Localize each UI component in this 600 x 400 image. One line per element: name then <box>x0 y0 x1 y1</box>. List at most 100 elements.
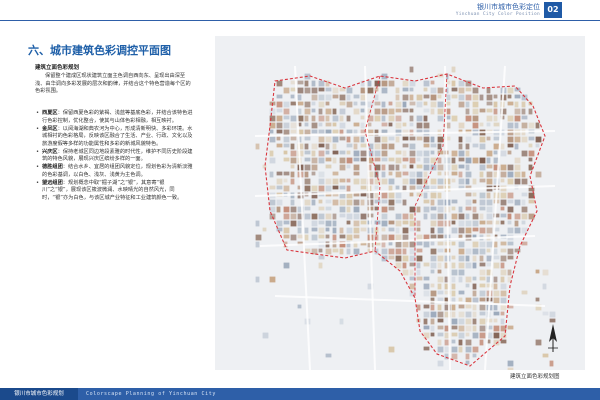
building-block <box>458 143 463 150</box>
building-block <box>458 318 465 325</box>
building-block <box>479 220 486 225</box>
building-block <box>493 339 500 346</box>
building-block <box>416 171 423 178</box>
building-block <box>395 255 402 262</box>
building-block <box>472 199 477 204</box>
building-block <box>500 262 505 269</box>
building-block <box>304 108 311 115</box>
building-block <box>493 136 500 141</box>
building-block <box>472 122 479 129</box>
building-block <box>283 206 290 213</box>
building-block <box>423 318 428 325</box>
building-block <box>360 108 365 113</box>
building-block <box>528 157 533 162</box>
building-block <box>318 108 323 115</box>
building-block <box>269 136 276 143</box>
building-block <box>437 206 444 213</box>
building-block <box>332 129 339 134</box>
building-block <box>535 297 540 302</box>
building-block <box>500 311 505 316</box>
building-block <box>346 178 351 183</box>
building-block <box>395 248 402 255</box>
building-block <box>437 227 444 234</box>
building-block <box>297 220 302 227</box>
building-block <box>465 255 470 262</box>
footer-label: 银川市城市色彩规划 <box>0 388 78 400</box>
building-block <box>353 164 360 171</box>
building-block <box>360 178 367 185</box>
building-block <box>290 143 295 150</box>
building-block <box>528 122 535 129</box>
building-block <box>290 178 295 185</box>
building-block <box>395 241 402 248</box>
building-block <box>486 213 493 220</box>
building-block <box>409 66 414 73</box>
building-block <box>458 101 465 108</box>
building-block <box>388 122 393 127</box>
building-block <box>346 87 353 94</box>
building-block <box>416 122 423 129</box>
building-block <box>451 318 458 325</box>
building-block <box>416 276 423 281</box>
building-block <box>255 234 262 241</box>
district-term: 金凤区 <box>42 125 58 132</box>
district-item-xingqing: 兴庆区：保持老城区同边地段素雅的时代性，维护不同历史阶段建筑的特色风貌，展现兴庆… <box>35 149 193 164</box>
building-block <box>430 220 437 227</box>
building-block <box>290 199 295 206</box>
building-block <box>521 115 528 120</box>
building-block <box>269 185 276 190</box>
building-block <box>423 206 430 213</box>
building-block <box>430 164 437 171</box>
building-block <box>311 150 316 157</box>
building-block <box>472 101 479 108</box>
building-block <box>521 220 526 225</box>
building-block <box>423 325 430 330</box>
building-block <box>318 171 325 178</box>
building-block <box>423 213 428 220</box>
building-block <box>325 101 330 106</box>
building-block <box>479 248 486 255</box>
building-block <box>402 220 409 225</box>
building-block <box>381 87 388 94</box>
building-block <box>430 178 437 185</box>
building-block <box>395 122 402 129</box>
building-block <box>395 192 402 199</box>
building-block <box>535 171 542 178</box>
building-block <box>493 115 498 122</box>
building-block <box>437 115 444 122</box>
building-block <box>409 171 416 178</box>
building-block <box>339 122 346 129</box>
building-block <box>353 108 360 115</box>
building-block <box>479 290 486 297</box>
building-block <box>339 101 346 106</box>
building-block <box>437 192 442 199</box>
building-block <box>311 164 318 171</box>
building-block <box>451 171 458 176</box>
building-block <box>395 213 402 220</box>
building-block <box>486 220 493 225</box>
building-block <box>430 101 437 108</box>
building-block <box>507 171 514 178</box>
building-block <box>332 199 339 206</box>
building-block <box>465 157 472 164</box>
building-block <box>304 213 311 220</box>
building-block <box>346 143 353 148</box>
building-block <box>353 206 360 213</box>
building-block <box>500 213 507 218</box>
building-block <box>416 178 423 185</box>
building-block <box>458 220 465 227</box>
building-block <box>430 199 435 206</box>
district-term: 兴庆区 <box>42 148 58 155</box>
building-block <box>458 171 463 178</box>
building-block <box>290 157 297 164</box>
building-block <box>388 220 395 225</box>
building-block <box>479 304 486 311</box>
building-block <box>472 304 477 311</box>
building-block <box>304 171 309 178</box>
building-block <box>514 108 521 115</box>
building-block <box>437 164 444 171</box>
building-block <box>332 213 337 220</box>
building-block <box>430 206 437 211</box>
building-block <box>479 206 486 211</box>
building-block <box>430 304 435 311</box>
